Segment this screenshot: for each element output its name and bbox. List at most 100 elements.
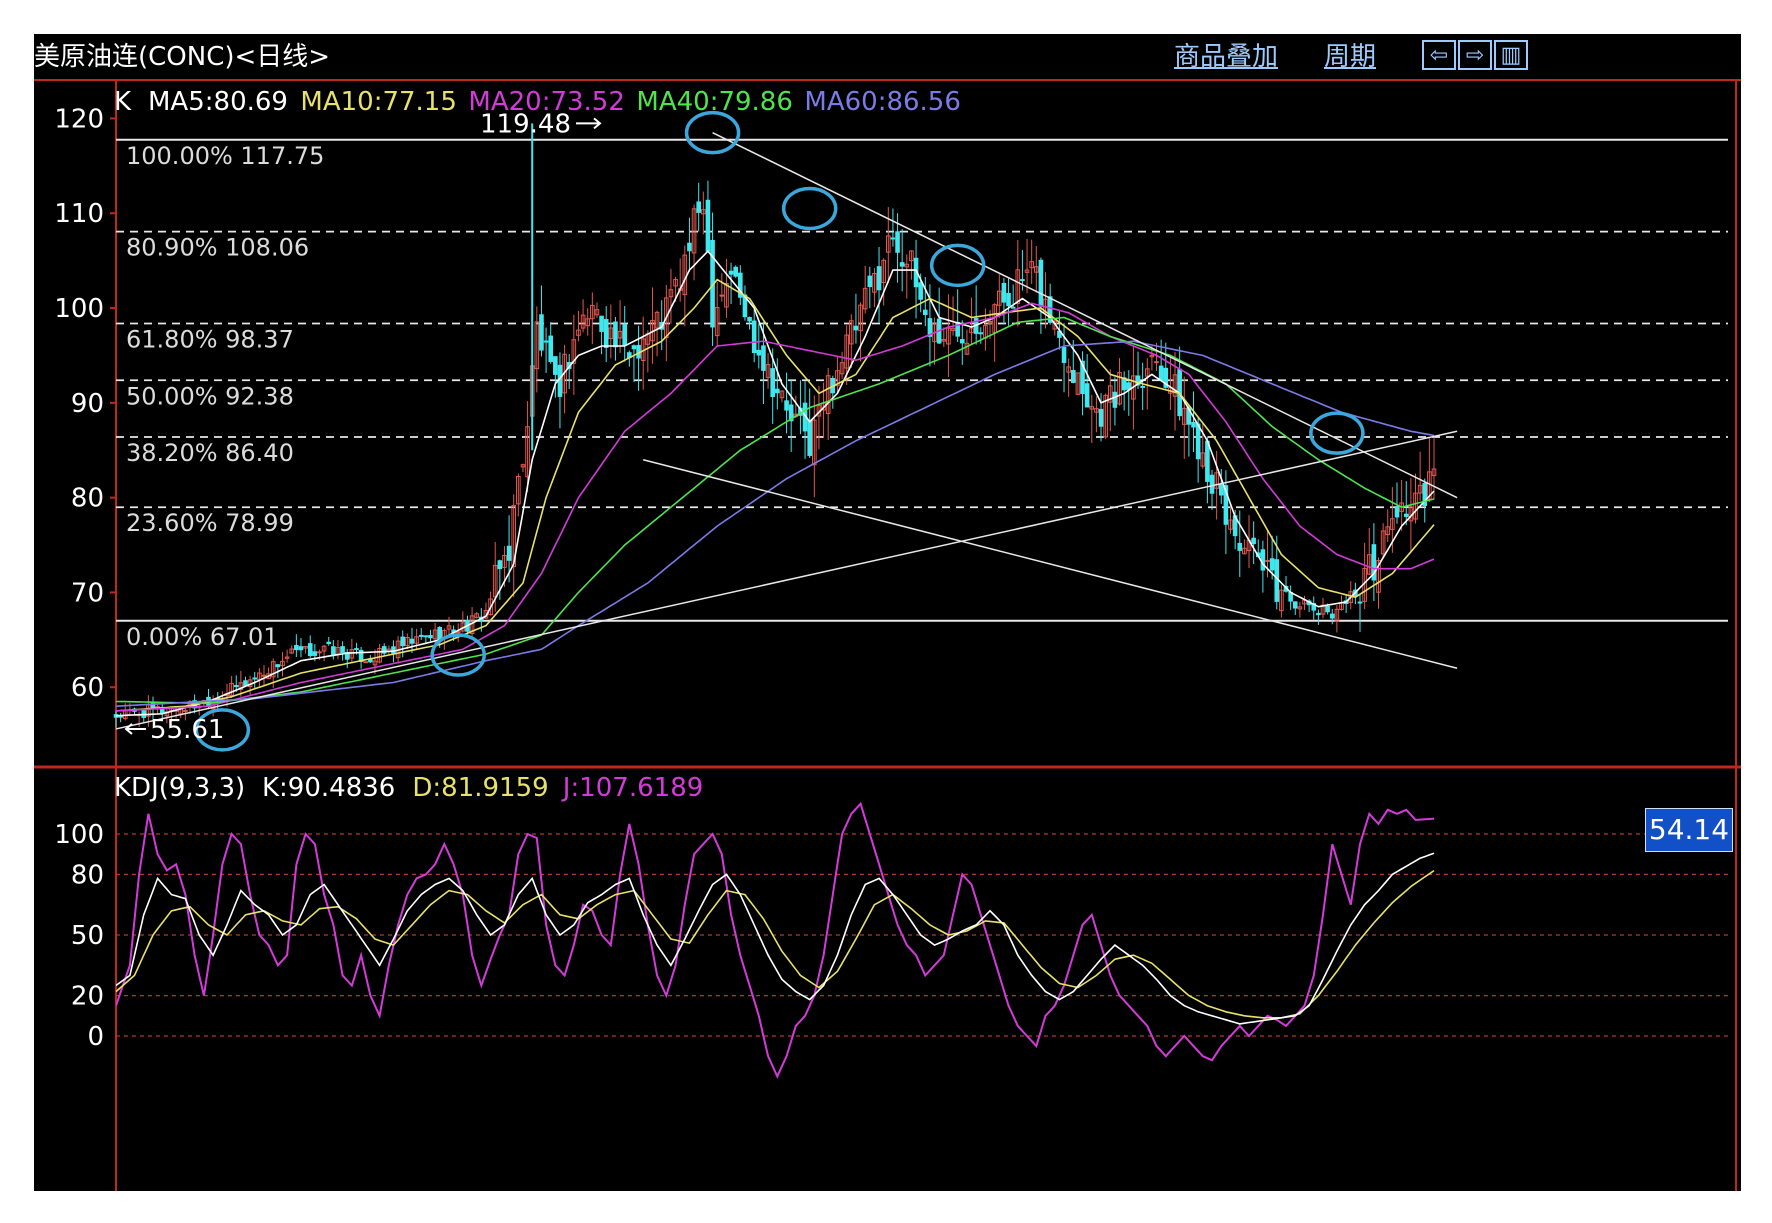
candle xyxy=(1427,438,1432,503)
candle xyxy=(835,357,840,393)
candle-body xyxy=(261,674,267,677)
candle-body xyxy=(275,664,281,668)
kdj-y-tick: 50 xyxy=(71,921,104,951)
candle-body xyxy=(1098,408,1104,427)
candle xyxy=(298,638,304,658)
candle-body xyxy=(696,201,701,213)
candle-body xyxy=(543,340,549,343)
kdj-header-prefix: KDJ(9,3,3) xyxy=(114,773,245,803)
candle xyxy=(890,208,896,247)
candle-body xyxy=(1260,549,1266,571)
candle xyxy=(594,302,600,318)
chart-terminal: 120 110 100 90 80 70 60 100.00% 117.75 80.90% 10… xyxy=(34,34,1741,1191)
candle-body xyxy=(1209,474,1215,494)
fib-level-label: 50.00% 92.38 xyxy=(126,382,294,410)
candle-body xyxy=(183,709,188,712)
layout-icon[interactable]: ▥ xyxy=(1494,40,1528,70)
fib-level-label: 100.00% 117.75 xyxy=(126,142,324,170)
candle xyxy=(1177,346,1182,421)
candle-body xyxy=(1195,423,1201,460)
candle-body xyxy=(1325,605,1330,613)
candle xyxy=(1112,377,1118,426)
candle-body xyxy=(876,266,882,291)
candle xyxy=(932,317,937,365)
candle xyxy=(1168,357,1173,410)
candle-body xyxy=(1001,282,1007,303)
candle xyxy=(557,352,563,429)
arrow-right-icon[interactable]: ⇨ xyxy=(1458,40,1492,70)
candle xyxy=(1094,396,1099,433)
candle xyxy=(321,644,327,662)
candle xyxy=(691,204,697,281)
candle xyxy=(303,645,308,654)
price-y-tick: 110 xyxy=(54,199,104,229)
kdj-y-tick: 20 xyxy=(71,982,104,1012)
candle xyxy=(964,329,970,356)
candle-body xyxy=(363,661,369,664)
candle xyxy=(113,711,119,728)
candle xyxy=(428,629,433,642)
candle-body xyxy=(1357,601,1363,604)
candle xyxy=(349,638,355,663)
candle xyxy=(340,641,345,661)
candle xyxy=(377,643,382,664)
candle xyxy=(802,381,808,459)
candle-body xyxy=(326,641,332,645)
period-link[interactable]: 周期 xyxy=(1324,34,1376,80)
candle xyxy=(788,379,794,452)
candle-body xyxy=(1316,612,1321,616)
candle-body xyxy=(400,636,406,647)
trend-line xyxy=(643,458,1458,670)
candle-body xyxy=(899,262,905,267)
candle xyxy=(1283,575,1289,593)
candle xyxy=(1163,342,1169,389)
candle xyxy=(1038,257,1044,334)
highlight-circle xyxy=(929,243,986,288)
candle xyxy=(1362,542,1367,610)
candle xyxy=(1380,523,1386,557)
candle-body xyxy=(918,282,923,300)
candle-body xyxy=(354,648,359,651)
candle xyxy=(1385,509,1391,543)
candle xyxy=(566,354,572,389)
candle xyxy=(904,254,910,299)
candle xyxy=(996,274,1002,318)
candle xyxy=(511,494,517,598)
candle xyxy=(1279,584,1284,618)
arrow-left-icon[interactable]: ⇦ xyxy=(1422,40,1456,70)
candle xyxy=(1417,451,1423,501)
candle-body xyxy=(599,315,604,332)
candle-body xyxy=(1191,422,1196,428)
candle xyxy=(141,710,147,724)
candle xyxy=(1181,376,1187,459)
candle xyxy=(705,180,711,253)
trend-line xyxy=(712,131,1458,499)
candle-body xyxy=(317,651,322,654)
candle xyxy=(1343,595,1349,614)
candle xyxy=(1191,391,1196,453)
candle-body xyxy=(1265,559,1270,562)
candle xyxy=(252,671,258,689)
candle xyxy=(622,306,628,362)
candle xyxy=(132,707,137,715)
candle xyxy=(973,285,979,345)
candle xyxy=(909,250,914,280)
candle xyxy=(1029,239,1034,284)
candle xyxy=(1394,482,1400,524)
candle-body xyxy=(719,294,725,297)
price-y-tick: 70 xyxy=(71,578,104,608)
candle xyxy=(969,297,974,344)
candle xyxy=(1431,437,1437,500)
candle xyxy=(553,356,558,398)
candle-body xyxy=(1020,279,1025,282)
candle-body xyxy=(409,638,415,644)
candle-body xyxy=(1218,484,1224,496)
candle-body xyxy=(613,321,618,348)
candle xyxy=(1334,605,1340,633)
candle-body xyxy=(1140,385,1145,388)
candle xyxy=(1302,595,1307,610)
commodity-overlay-link[interactable]: 商品叠加 xyxy=(1174,34,1278,80)
candle xyxy=(516,473,521,517)
candle xyxy=(1316,609,1321,625)
candle-body xyxy=(428,635,433,639)
